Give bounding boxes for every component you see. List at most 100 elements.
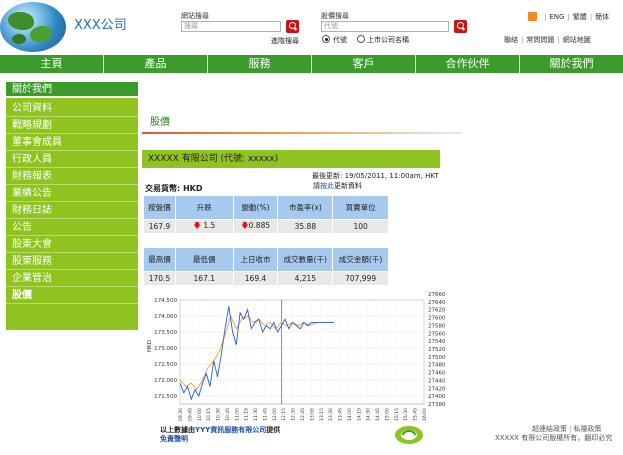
y-tick-label: 171.500 — [154, 394, 177, 400]
company-name[interactable]: XXX公司 — [74, 14, 127, 33]
advanced-search-link[interactable]: 進階搜尋 — [271, 36, 299, 46]
stock-search-label: 股價搜尋 — [321, 12, 349, 20]
sidebar-item-results[interactable]: 業績公告 — [6, 185, 138, 202]
refresh-link[interactable]: 按此 — [320, 182, 334, 190]
value-turnover: 707,999 — [332, 271, 389, 286]
value-last-price: 167.9 — [143, 219, 176, 234]
header-lot-size: 買賣單位 — [332, 195, 389, 220]
lang-trad-link[interactable]: 繁體 — [573, 13, 587, 21]
header-last-price: 按盤價 — [143, 195, 176, 220]
x-tick-label: 14:30 — [366, 408, 372, 421]
sidebar-item-executives[interactable]: 行政人員 — [6, 151, 138, 168]
x-tick-label: 09:30 — [178, 408, 184, 421]
sidebar-item-strategy[interactable]: 戰略規劃 — [6, 117, 138, 134]
down-arrow-icon: 🡇 — [193, 221, 201, 230]
y-tick-label: 174.000 — [154, 314, 177, 320]
refresh-note: 請按此更新資料 — [313, 181, 362, 191]
stock-search-button[interactable] — [454, 20, 467, 33]
sidebar-item-financial-calendar[interactable]: 財務日誌 — [6, 202, 138, 219]
refresh-prefix: 請 — [313, 182, 320, 190]
right-tick-label: 27660 — [428, 292, 446, 298]
right-tick-label: 27520 — [428, 347, 446, 353]
sidebar-item-shareholder-services[interactable]: 股東服務 — [6, 253, 138, 270]
currency-label: 交易貨幣: HKD — [145, 184, 203, 193]
right-tick-label: 27560 — [428, 331, 446, 337]
web-search-input[interactable]: 搜尋 — [181, 21, 281, 32]
x-tick-label: 14:00 — [347, 408, 353, 421]
web-search-button[interactable] — [286, 20, 299, 33]
main-nav: 主頁 產品 服務 客戶 合作伙伴 關於我們 — [0, 55, 623, 73]
x-tick-label: 15:45 — [413, 408, 419, 421]
sidebar-item-agm[interactable]: 股東大會 — [6, 236, 138, 253]
x-tick-label: 10:45 — [225, 408, 231, 421]
sidebar-item-stock-price[interactable]: 股價 — [6, 287, 138, 304]
right-tick-label: 27420 — [428, 386, 446, 392]
contact-link[interactable]: 聯絡 — [504, 36, 518, 44]
hyperlink-policy-link[interactable]: 超連結政策 — [532, 425, 567, 433]
rss-icon[interactable] — [528, 12, 537, 21]
right-tick-label: 27380 — [428, 402, 446, 408]
header-turnover: 成交金額(千) — [332, 247, 389, 272]
x-tick-label: 12:30 — [291, 408, 297, 421]
copyright-text: XXXXX 有限公司版權所有，翻印必究 — [495, 434, 613, 442]
sidebar-title: 關於我們 — [6, 82, 138, 98]
sitemap-link[interactable]: 網站地圖 — [563, 36, 591, 44]
x-tick-label: 14:15 — [356, 408, 362, 421]
header-change-pct: 變動(%) — [232, 195, 279, 220]
data-source-prefix: 以上數據由 — [160, 426, 195, 434]
right-tick-label: 27480 — [428, 363, 446, 369]
nav-item-services[interactable]: 服務 — [208, 55, 312, 73]
right-tick-label: 27600 — [428, 316, 446, 322]
sidebar-item-company-profile[interactable]: 公司資料 — [6, 100, 138, 117]
value-change-cell: 🡇 1.5 — [174, 219, 234, 234]
value-high: 170.5 — [143, 271, 176, 286]
data-provider-link[interactable]: YYY資訊服務有限公司 — [195, 426, 266, 434]
radio-code[interactable] — [322, 35, 330, 43]
nav-item-products[interactable]: 產品 — [104, 55, 208, 73]
lang-simp-link[interactable]: 簡体 — [595, 13, 609, 21]
stock-search-input[interactable]: 代號 — [321, 21, 449, 32]
x-tick-label: 13:15 — [319, 408, 325, 421]
x-tick-label: 11:15 — [244, 408, 250, 421]
value-low: 167.1 — [174, 271, 234, 286]
value-change-pct: 0.885 — [248, 221, 271, 230]
x-tick-label: 10:30 — [216, 408, 222, 421]
nav-item-about[interactable]: 關於我們 — [520, 55, 623, 73]
sidebar-item-governance[interactable]: 企業管治 — [6, 270, 138, 287]
sidebar-item-board[interactable]: 董事會成員 — [6, 134, 138, 151]
nav-item-clients[interactable]: 客戶 — [312, 55, 416, 73]
nav-item-partners[interactable]: 合作伙伴 — [416, 55, 520, 73]
header-high: 最高價 — [143, 247, 176, 272]
x-tick-label: 13:45 — [338, 408, 344, 421]
privacy-policy-link[interactable]: 私隱政策 — [573, 425, 601, 433]
value-volume: 4,215 — [277, 271, 334, 286]
title-divider — [142, 132, 462, 134]
right-tick-label: 27540 — [428, 339, 446, 345]
right-tick-label: 27500 — [428, 355, 446, 361]
sidebar-item-announcements[interactable]: 公告 — [6, 219, 138, 236]
footer-logo-icon — [395, 426, 423, 444]
page-title: 股價 — [150, 117, 170, 128]
last-update: 最後更新: 19/05/2011, 11:00am, HKT — [312, 172, 439, 180]
disclaimer-link[interactable]: 免責聲明 — [160, 434, 188, 444]
header-prev-close: 上日收市 — [232, 247, 279, 272]
faq-link[interactable]: 常問問題 — [526, 36, 554, 44]
refresh-suffix: 更新資料 — [334, 182, 362, 190]
x-tick-label: 10:00 — [197, 408, 203, 421]
radio-code-label: 代號 — [333, 36, 347, 44]
company-logo[interactable] — [0, 2, 66, 52]
x-tick-label: 15:30 — [403, 408, 409, 421]
lang-eng-link[interactable]: ENG — [549, 13, 564, 21]
radio-company-name-label: 上市公司名稱 — [367, 36, 409, 44]
right-tick-label: 27620 — [428, 308, 446, 314]
x-tick-label: 12:15 — [281, 408, 287, 421]
y-tick-label: 172.500 — [154, 362, 177, 368]
value-change: 1.5 — [203, 221, 216, 230]
nav-item-home[interactable]: 主頁 — [0, 55, 104, 73]
right-tick-label: 27580 — [428, 323, 446, 329]
x-tick-label: 11:00 — [234, 408, 240, 421]
quote-table-2: 最高價 最低價 上日收市 成交數量(千) 成交金額(千) 170.5 167.1… — [143, 247, 389, 286]
web-search-label: 網站搜尋 — [181, 12, 209, 20]
sidebar-item-financial-reports[interactable]: 財務報表 — [6, 168, 138, 185]
radio-company-name[interactable] — [357, 35, 365, 43]
